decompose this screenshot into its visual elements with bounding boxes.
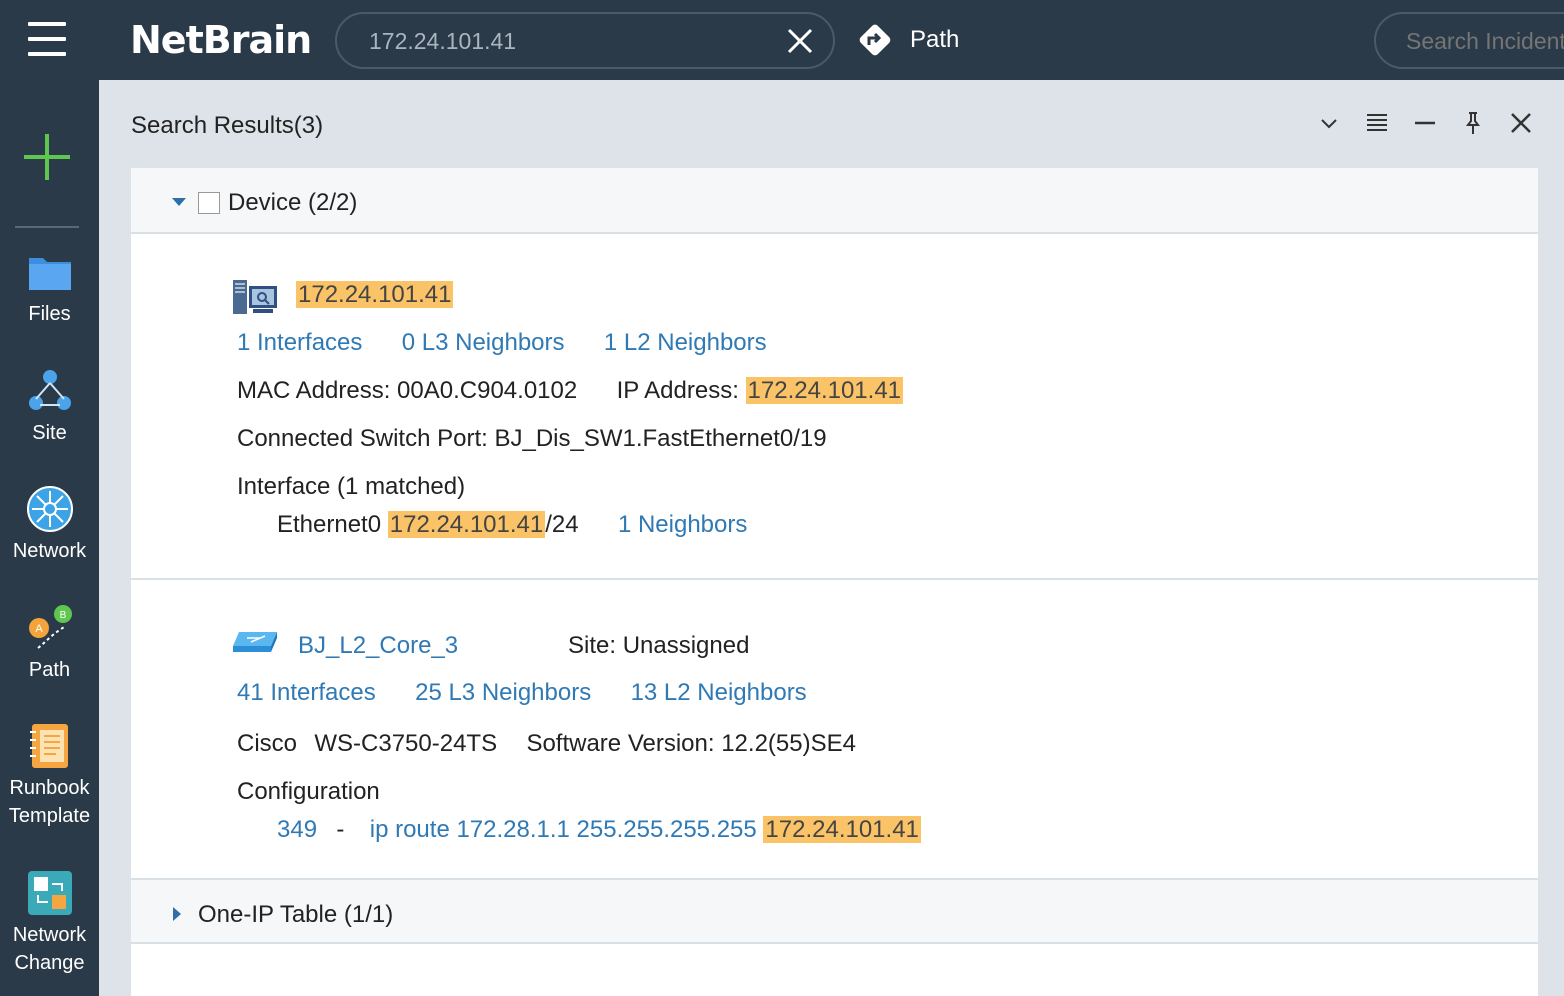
netbrain-logo: NetBrain bbox=[130, 18, 312, 62]
path-ab-icon: A B bbox=[28, 605, 72, 649]
device-address-row: MAC Address: 00A0.C904.0102 IP Address: … bbox=[237, 377, 904, 405]
top-bar: NetBrain Path bbox=[0, 0, 1564, 80]
switch-device-icon bbox=[233, 632, 277, 652]
interface-neighbors-link[interactable]: 1 Neighbors bbox=[618, 511, 747, 538]
interfaces-link[interactable]: 41 Interfaces bbox=[237, 679, 376, 706]
configuration-header: Configuration bbox=[237, 778, 380, 805]
chevron-down-icon[interactable] bbox=[1316, 110, 1342, 136]
sidebar-item-network[interactable]: Network bbox=[0, 485, 99, 565]
sidebar-item-label: Site bbox=[32, 422, 67, 444]
incident-search-box bbox=[1374, 12, 1564, 69]
config-line-number[interactable]: 349 bbox=[277, 816, 317, 843]
folder-icon bbox=[28, 258, 71, 290]
menu-icon[interactable] bbox=[28, 22, 66, 58]
panel-toolbar bbox=[1316, 110, 1534, 136]
sidebar-item-runbook-template[interactable]: Runbook Template bbox=[0, 722, 99, 830]
oneip-group-header[interactable]: One-IP Table (1/1) bbox=[131, 878, 1538, 944]
panel-title: Search Results(3) bbox=[131, 112, 324, 139]
oneip-group-label: One-IP Table (1/1) bbox=[198, 901, 394, 928]
highlighted-ip[interactable]: 172.24.101.41 bbox=[296, 281, 454, 308]
sidebar-item-label: Runbook bbox=[9, 777, 90, 799]
path-diamond-icon bbox=[859, 24, 891, 56]
search-input[interactable] bbox=[369, 26, 769, 56]
close-icon[interactable] bbox=[785, 26, 815, 56]
config-row: 349 - ip route 172.28.1.1 255.255.255.25… bbox=[277, 816, 921, 844]
network-change-icon bbox=[27, 871, 72, 915]
pin-icon[interactable] bbox=[1460, 110, 1486, 136]
device-name[interactable]: BJ_L2_Core_3 bbox=[298, 632, 458, 660]
sidebar-item-network-change[interactable]: Network Change bbox=[0, 869, 99, 977]
l3-neighbors-link[interactable]: 0 L3 Neighbors bbox=[402, 329, 565, 356]
sidebar-item-label: Network bbox=[12, 540, 87, 562]
ip-address-value: 172.24.101.41 bbox=[745, 377, 904, 404]
sidebar-item-files[interactable]: Files bbox=[0, 248, 99, 328]
l2-neighbors-link[interactable]: 13 L2 Neighbors bbox=[631, 679, 807, 706]
incident-search-input[interactable] bbox=[1406, 26, 1564, 56]
device-card-2: BJ_L2_Core_3 Site: Unassigned 41 Interfa… bbox=[131, 580, 1538, 878]
l3-neighbors-link[interactable]: 25 L3 Neighbors bbox=[415, 679, 591, 706]
device-group-label: Device (2/2) bbox=[228, 189, 358, 216]
device-name[interactable]: 172.24.101.41 bbox=[296, 281, 454, 309]
config-dash: - bbox=[336, 816, 345, 843]
runbook-icon bbox=[29, 724, 68, 768]
mac-address: MAC Address: 00A0.C904.0102 bbox=[237, 377, 578, 404]
software-version: Software Version: 12.2(55)SE4 bbox=[526, 730, 856, 757]
svg-text:B: B bbox=[59, 610, 66, 621]
caret-down-icon[interactable] bbox=[171, 196, 187, 208]
list-icon[interactable] bbox=[1364, 110, 1390, 136]
device-site: Site: Unassigned bbox=[568, 632, 750, 659]
connected-switch-port: Connected Switch Port: BJ_Dis_SW1.FastEt… bbox=[237, 425, 827, 452]
interface-header: Interface (1 matched) bbox=[237, 473, 466, 500]
interface-row: Ethernet0 172.24.101.41/24 1 Neighbors bbox=[277, 511, 747, 539]
device-info-row: Cisco WS-C3750-24TS Software Version: 12… bbox=[237, 730, 856, 758]
search-results-list: Device (2/2) 172.24.101.41 1 Interfaces … bbox=[131, 168, 1538, 996]
svg-text:A: A bbox=[35, 623, 43, 635]
l2-neighbors-link[interactable]: 1 L2 Neighbors bbox=[604, 329, 767, 356]
sidebar-item-label: Network bbox=[12, 924, 87, 946]
sidebar-item-label: Path bbox=[28, 659, 71, 681]
network-icon bbox=[26, 486, 73, 532]
global-search-box bbox=[335, 12, 835, 69]
sidebar-item-label: Template bbox=[8, 805, 91, 827]
site-cloud-icon bbox=[28, 370, 71, 410]
left-sidebar: Files Site Network A B Path Runbook Temp… bbox=[0, 80, 99, 996]
search-results-header: Search Results(3) bbox=[99, 80, 1564, 168]
sidebar-item-path[interactable]: A B Path bbox=[0, 604, 99, 684]
caret-right-icon[interactable] bbox=[171, 906, 183, 922]
add-icon[interactable] bbox=[22, 132, 72, 182]
device-group-header[interactable]: Device (2/2) bbox=[131, 168, 1538, 234]
device-card-1: 172.24.101.41 1 Interfaces 0 L3 Neighbor… bbox=[131, 234, 1538, 578]
sidebar-divider bbox=[15, 226, 79, 228]
sidebar-item-site[interactable]: Site bbox=[0, 367, 99, 447]
interfaces-link[interactable]: 1 Interfaces bbox=[237, 329, 362, 356]
device-stats: 1 Interfaces 0 L3 Neighbors 1 L2 Neighbo… bbox=[237, 329, 767, 357]
path-button[interactable]: Path bbox=[856, 20, 959, 60]
sidebar-item-label: Change bbox=[14, 952, 85, 974]
minimize-icon[interactable] bbox=[1412, 110, 1438, 136]
interface-mask: /24 bbox=[545, 511, 579, 538]
interface-name: Ethernet0 bbox=[277, 511, 382, 538]
device-name-link[interactable]: BJ_L2_Core_3 bbox=[298, 632, 458, 659]
interface-ip: 172.24.101.41 bbox=[387, 511, 546, 538]
device-group-checkbox[interactable] bbox=[198, 192, 220, 214]
sidebar-item-label: Files bbox=[28, 303, 71, 325]
server-device-icon bbox=[233, 280, 277, 314]
config-text[interactable]: ip route 172.28.1.1 255.255.255.255 bbox=[370, 816, 757, 843]
device-stats: 41 Interfaces 25 L3 Neighbors 13 L2 Neig… bbox=[237, 679, 807, 707]
config-ip: 172.24.101.41 bbox=[763, 816, 921, 843]
path-button-label: Path bbox=[910, 26, 960, 53]
ip-address-label: IP Address: bbox=[616, 377, 739, 404]
close-panel-icon[interactable] bbox=[1508, 110, 1534, 136]
device-model: WS-C3750-24TS bbox=[314, 730, 498, 757]
device-vendor: Cisco bbox=[237, 730, 298, 757]
